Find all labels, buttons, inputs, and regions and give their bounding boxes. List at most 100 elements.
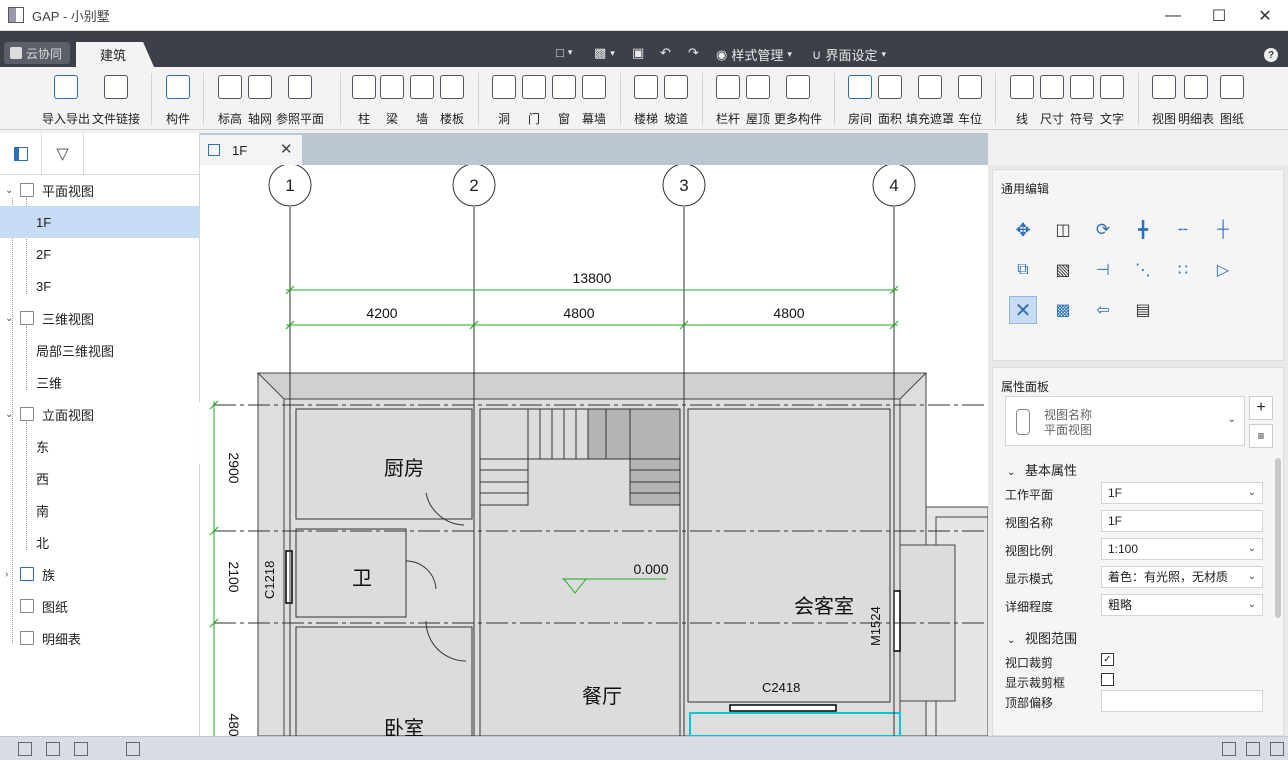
delete-button[interactable]: ✕ (1009, 296, 1037, 324)
tree-item-1f[interactable]: 1F (0, 206, 199, 238)
view-scale-select[interactable]: 1:100 ⌄ (1101, 538, 1263, 560)
railing-button[interactable]: 栏杆 (716, 75, 740, 126)
browser-tree-button[interactable] (0, 133, 42, 175)
tree-item-west[interactable]: 西 (0, 462, 199, 494)
room-button[interactable]: 房间 (848, 75, 872, 126)
grid-button[interactable]: 轴网 (248, 75, 272, 126)
text-button[interactable]: 文字 (1100, 75, 1124, 126)
cloud-collab-button[interactable]: 云协同 (4, 42, 70, 64)
wall-button[interactable]: 墙 (410, 75, 434, 126)
maximize-button[interactable]: ☐ (1196, 0, 1242, 31)
area-button[interactable]: 面积 (878, 75, 902, 126)
top-offset-input[interactable] (1101, 690, 1263, 712)
table-icon[interactable] (126, 742, 140, 756)
stair-button[interactable]: 楼梯 (634, 75, 658, 126)
dimension-button[interactable]: 尺寸 (1040, 75, 1064, 126)
settings-icon[interactable] (1270, 742, 1284, 756)
drawing-canvas[interactable]: 1 2 3 4 13800 4200 4800 4800 2900 2100 4… (200, 165, 988, 736)
tree-item-partial-3d[interactable]: 局部三维视图 (0, 334, 199, 366)
detail-level-select[interactable]: 粗略 ⌄ (1101, 594, 1263, 616)
door-button[interactable]: 门 (522, 75, 546, 126)
style-manage-menu[interactable]: ◉ 样式管理 ▾ (716, 45, 792, 64)
layout-multi-icon[interactable] (74, 742, 88, 756)
column-button[interactable]: 柱 (352, 75, 376, 126)
tree-item-families[interactable]: › 族 (0, 558, 199, 590)
ref-plane-button[interactable]: 参照平面 (276, 75, 324, 126)
rotate-button[interactable]: ⟳ (1089, 216, 1117, 244)
close-button[interactable]: ✕ (1242, 0, 1288, 31)
sheet-button[interactable]: 图纸 (1220, 75, 1244, 126)
filter-button[interactable]: ▽ (42, 133, 84, 175)
attach-button[interactable]: ⇦ (1089, 296, 1117, 324)
section-basic[interactable]: ⌄ 基本属性 (1007, 460, 1077, 479)
minimize-button[interactable]: — (1150, 0, 1196, 31)
component-button[interactable]: 构件 (166, 75, 190, 126)
display-icon[interactable] (1246, 742, 1260, 756)
tree-item-sheets[interactable]: 图纸 (0, 590, 199, 622)
split-button[interactable]: ╌ (1169, 216, 1197, 244)
schedule-button[interactable]: 明细表 (1178, 75, 1214, 126)
import-export-button[interactable]: 导入导出 (42, 75, 90, 126)
line-button[interactable]: 线 (1010, 75, 1034, 126)
extend-button[interactable]: ▧ (1049, 256, 1077, 284)
view-cube-icon[interactable] (1222, 742, 1236, 756)
copy-button[interactable]: ◫ (1049, 216, 1077, 244)
tree-item-south[interactable]: 南 (0, 494, 199, 526)
group-button[interactable]: ∷ (1169, 256, 1197, 284)
undo-button[interactable]: ↶ (660, 45, 671, 61)
viewport-crop-checkbox[interactable]: ✓ (1101, 653, 1114, 666)
offset-button[interactable]: ⧉ (1009, 256, 1037, 284)
measure-button[interactable]: ▤ (1129, 296, 1157, 324)
align-button[interactable]: ┼ (1209, 216, 1237, 244)
save-button[interactable]: ▣ (632, 45, 644, 61)
tree-item-3f[interactable]: 3F (0, 270, 199, 302)
move-button[interactable]: ✥ (1009, 216, 1037, 244)
ramp-button[interactable]: 坡道 (664, 75, 688, 126)
display-mode-select[interactable]: 着色：有光照，无材质 ⌄ (1101, 566, 1263, 588)
floor-button[interactable]: 楼板 (440, 75, 464, 126)
tab-1f[interactable]: 1F ✕ (200, 135, 302, 165)
ui-settings-menu[interactable]: ∪ 界面设定 ▾ (812, 45, 886, 64)
level-button[interactable]: 标高 (218, 75, 242, 126)
close-tab-icon[interactable]: ✕ (280, 140, 293, 158)
window-button[interactable]: 窗 (552, 75, 576, 126)
type-selector[interactable]: 视图名称 平面视图 ⌄ (1005, 396, 1245, 446)
tree-item-2f[interactable]: 2F (0, 238, 199, 270)
tab-architecture[interactable]: 建筑 (76, 42, 154, 67)
tree-item-schedules[interactable]: 明细表 (0, 622, 199, 654)
work-plane-select[interactable]: 1F ⌄ (1101, 482, 1263, 504)
new-file-button[interactable]: □ ▾ (556, 45, 572, 60)
type-menu-button[interactable]: ≡ (1249, 424, 1273, 448)
section-view-range[interactable]: ⌄ 视图范围 (1007, 628, 1077, 647)
opening-button[interactable]: 洞 (492, 75, 516, 126)
redo-button[interactable]: ↷ (688, 45, 699, 61)
symbol-button[interactable]: 符号 (1070, 75, 1094, 126)
tree-item-east[interactable]: 东 (0, 430, 199, 462)
section-box-button[interactable]: ▩ (1049, 296, 1077, 324)
curtain-wall-button[interactable]: 幕墙 (582, 75, 606, 126)
layout-single-icon[interactable] (46, 742, 60, 756)
view-button[interactable]: 视图 (1152, 75, 1176, 126)
properties-scrollbar[interactable] (1275, 458, 1281, 618)
parking-button[interactable]: 车位 (958, 75, 982, 126)
view-name-input[interactable]: 1F (1101, 510, 1263, 532)
break-button[interactable]: ⊣ (1089, 256, 1117, 284)
more-components-button[interactable]: 更多构件 (774, 75, 822, 126)
trim-button[interactable]: ╋ (1129, 216, 1157, 244)
fill-mask-button[interactable]: 填充遮罩 (906, 75, 954, 126)
layout-grid-icon[interactable] (18, 742, 32, 756)
tree-item-plan-views[interactable]: ⌄ 平面视图 (0, 174, 199, 206)
mirror-button[interactable]: ▷ (1209, 256, 1237, 284)
help-icon[interactable]: ? (1264, 48, 1278, 62)
tree-item-north[interactable]: 北 (0, 526, 199, 558)
tree-item-elevations[interactable]: ⌄ 立面视图 (0, 398, 199, 430)
add-type-button[interactable]: + (1249, 396, 1273, 420)
open-file-button[interactable]: ▩ ▾ (594, 45, 615, 61)
file-link-button[interactable]: 文件链接 (92, 75, 140, 126)
tree-item-3d[interactable]: 三维 (0, 366, 199, 398)
roof-button[interactable]: 屋顶 (746, 75, 770, 126)
tree-item-3d-views[interactable]: ⌄ 三维视图 (0, 302, 199, 334)
array-button[interactable]: ⋱ (1129, 256, 1157, 284)
show-crop-box-checkbox[interactable] (1101, 673, 1114, 686)
beam-button[interactable]: 梁 (380, 75, 404, 126)
